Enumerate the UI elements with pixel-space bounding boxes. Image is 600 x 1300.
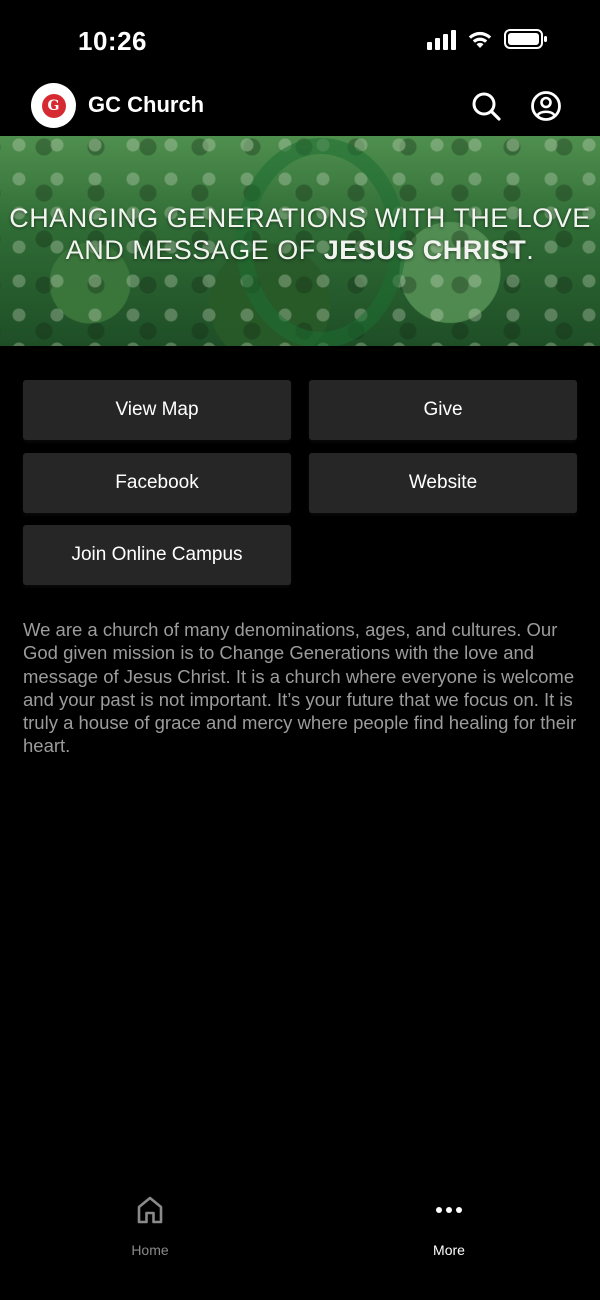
give-button[interactable]: Give bbox=[309, 380, 577, 440]
account-icon[interactable] bbox=[530, 90, 562, 122]
status-bar: 10:26 bbox=[0, 0, 600, 80]
battery-icon bbox=[504, 29, 547, 49]
app-header: G GC Church bbox=[0, 80, 600, 136]
banner-line-2: AND MESSAGE OF JESUS CHRIST. bbox=[65, 235, 535, 265]
search-icon[interactable] bbox=[470, 90, 502, 122]
more-icon bbox=[436, 1207, 462, 1213]
status-icons bbox=[427, 28, 548, 50]
website-button[interactable]: Website bbox=[309, 453, 577, 513]
cellular-signal-icon bbox=[427, 28, 456, 50]
app-title: GC Church bbox=[88, 92, 205, 117]
bottom-nav: Home More bbox=[0, 1180, 600, 1300]
facebook-button[interactable]: Facebook bbox=[23, 453, 291, 513]
home-icon bbox=[137, 1196, 163, 1224]
wifi-icon bbox=[468, 31, 492, 48]
join-online-campus-button[interactable]: Join Online Campus bbox=[23, 525, 291, 585]
hero-banner: CHANGING GENERATIONS WITH THE LOVE AND M… bbox=[0, 136, 600, 346]
nav-label-more: More bbox=[433, 1242, 465, 1258]
view-map-button[interactable]: View Map bbox=[23, 380, 291, 440]
nav-label-home: Home bbox=[131, 1242, 169, 1258]
banner-tagline: CHANGING GENERATIONS WITH THE LOVE AND M… bbox=[0, 202, 600, 266]
logo-mark: G bbox=[41, 93, 66, 118]
church-description: We are a church of many denominations, a… bbox=[23, 619, 577, 757]
nav-item-more[interactable]: More bbox=[389, 1194, 509, 1258]
status-time: 10:26 bbox=[78, 26, 147, 56]
nav-item-home[interactable]: Home bbox=[90, 1194, 210, 1258]
church-logo[interactable]: G bbox=[31, 83, 76, 128]
banner-line-1: CHANGING GENERATIONS WITH THE LOVE bbox=[9, 203, 591, 233]
